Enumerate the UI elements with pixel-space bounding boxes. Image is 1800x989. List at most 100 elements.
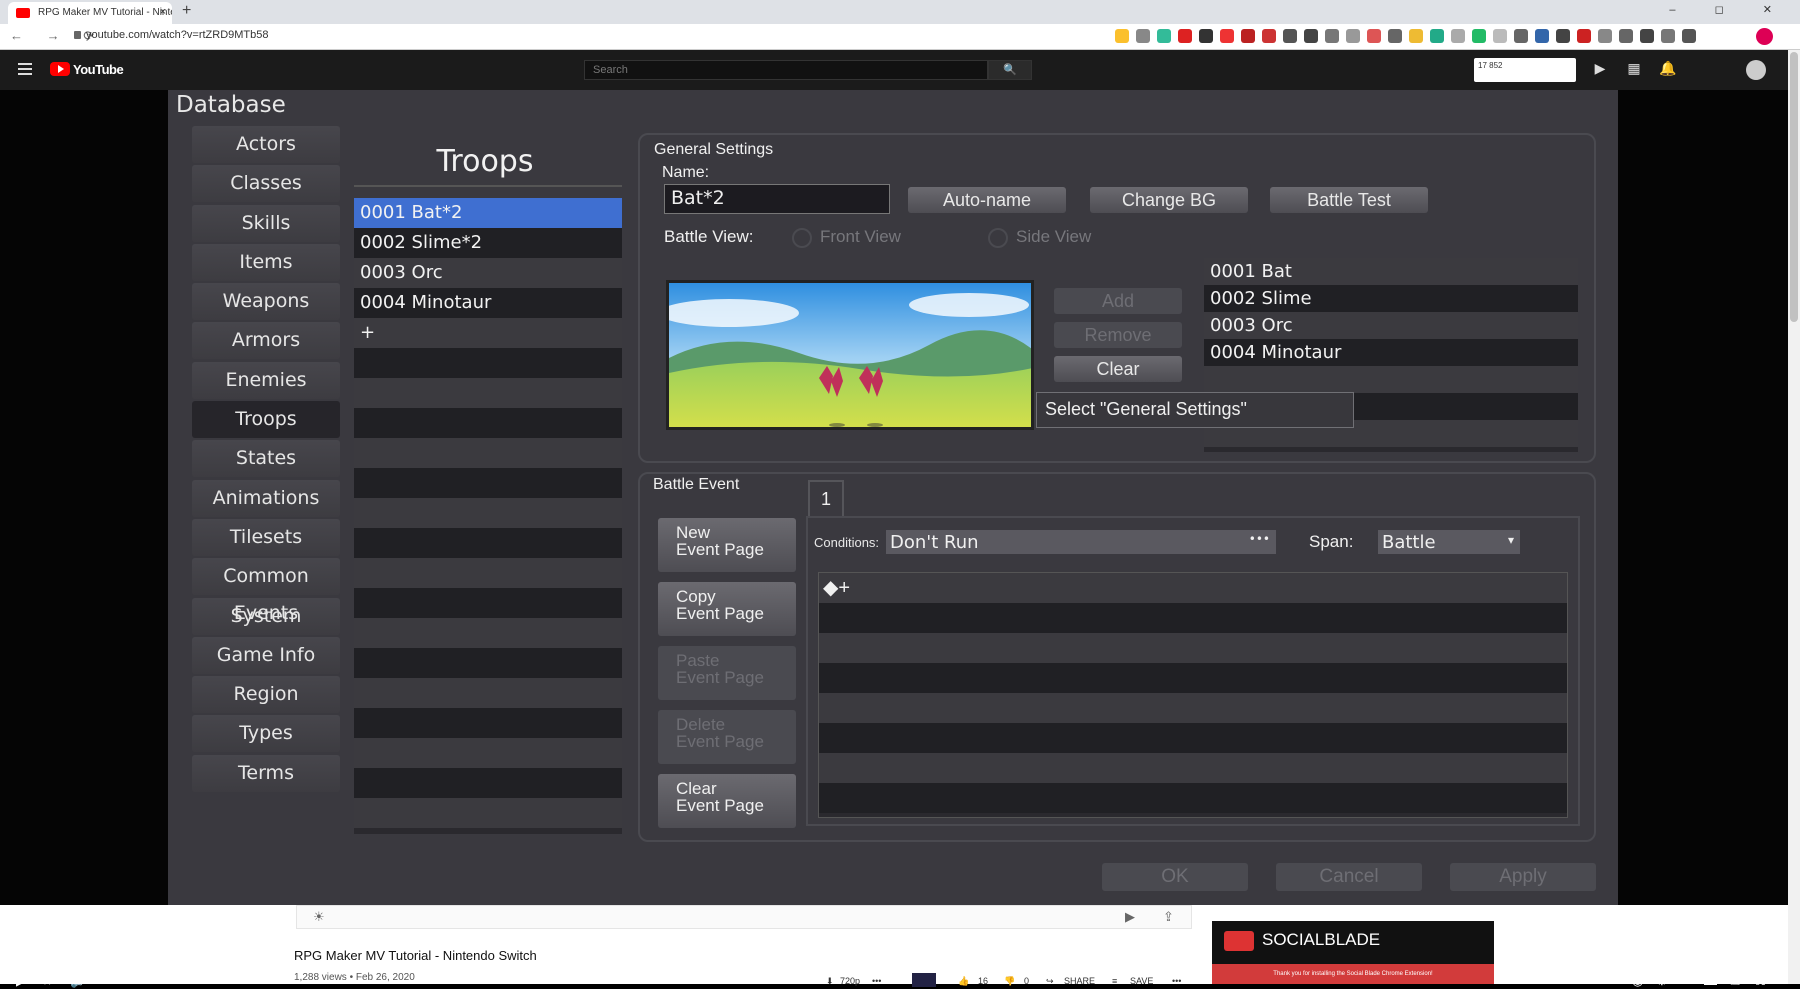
extension-icon[interactable]: [1493, 29, 1507, 43]
troop-list-item[interactable]: [354, 678, 622, 708]
event-command-row[interactable]: [819, 753, 1567, 783]
troop-list-item[interactable]: +: [354, 318, 622, 348]
battle-background-preview[interactable]: [666, 280, 1034, 430]
add-member-button[interactable]: Add: [1054, 288, 1182, 314]
category-states[interactable]: States: [192, 440, 340, 478]
event-page-tab-1[interactable]: 1: [808, 480, 844, 516]
share-icon[interactable]: ↪: [1046, 976, 1054, 987]
url-field[interactable]: youtube.com/watch?v=rtZRD9MTb58: [86, 29, 269, 41]
category-game-info[interactable]: Game Info: [192, 636, 340, 674]
troop-list-item[interactable]: [354, 708, 622, 738]
enemy-list-item[interactable]: 0001 Bat: [1204, 258, 1578, 285]
more-icon[interactable]: •••: [1249, 532, 1270, 546]
troop-list-item[interactable]: [354, 438, 622, 468]
extension-icon[interactable]: [1241, 29, 1255, 43]
side-view-radio[interactable]: [988, 228, 1008, 248]
extension-icon[interactable]: [1409, 29, 1423, 43]
extension-icon[interactable]: [1178, 29, 1192, 43]
category-items[interactable]: Items: [192, 243, 340, 281]
profile-avatar[interactable]: [1756, 28, 1773, 45]
category-troops[interactable]: Troops: [192, 401, 340, 439]
troop-list-item[interactable]: [354, 348, 622, 378]
category-skills[interactable]: Skills: [192, 204, 340, 242]
category-armors[interactable]: Armors: [192, 322, 340, 360]
video-player[interactable]: Database Actors Classes Skills Items Weapons…: [0, 90, 1788, 988]
troop-list-item[interactable]: [354, 498, 622, 528]
event-command-row[interactable]: [819, 633, 1567, 663]
change-bg-button[interactable]: Change BG: [1090, 187, 1248, 213]
share-button[interactable]: SHARE: [1064, 976, 1095, 986]
extension-icon[interactable]: [1661, 29, 1675, 43]
search-button[interactable]: 🔍: [988, 60, 1032, 80]
extension-icon[interactable]: [1136, 29, 1150, 43]
extension-icon[interactable]: [1157, 29, 1171, 43]
troop-list-item[interactable]: [354, 558, 622, 588]
browser-tab[interactable]: RPG Maker MV Tutorial - Nintendo ×: [8, 2, 172, 24]
extension-icon[interactable]: [1346, 29, 1360, 43]
notifications-bell-icon[interactable]: 🔔: [1658, 58, 1678, 78]
paste-event-page-button[interactable]: Paste Event Page: [658, 646, 796, 700]
troop-list-item[interactable]: [354, 588, 622, 618]
more-actions-icon[interactable]: •••: [1172, 976, 1181, 986]
extension-icon[interactable]: [1472, 29, 1486, 43]
enemy-list-item[interactable]: 0003 Orc: [1204, 312, 1578, 339]
extension-icon[interactable]: [1304, 29, 1318, 43]
event-command-row[interactable]: ◆+: [819, 573, 1567, 603]
troop-list-item[interactable]: [354, 408, 622, 438]
span-select[interactable]: Battle ▾: [1378, 530, 1520, 554]
delete-event-page-button[interactable]: Delete Event Page: [658, 710, 796, 764]
window-controls[interactable]: – ◻ ✕: [1669, 3, 1790, 16]
menu-icon[interactable]: [18, 63, 32, 75]
troop-list-item[interactable]: [354, 468, 622, 498]
extension-icon[interactable]: [1577, 29, 1591, 43]
dislike-icon[interactable]: 👎: [1004, 976, 1015, 987]
extension-icon[interactable]: [1430, 29, 1444, 43]
extension-icon[interactable]: [1451, 29, 1465, 43]
save-icon[interactable]: ≡: [1112, 976, 1117, 986]
category-classes[interactable]: Classes: [192, 165, 340, 203]
extension-icon[interactable]: [1514, 29, 1528, 43]
youtube-logo-text[interactable]: YouTube: [73, 62, 124, 77]
star-icon[interactable]: [1115, 29, 1129, 43]
brightness-icon[interactable]: ☀: [313, 909, 325, 925]
troop-list-item[interactable]: [354, 648, 622, 678]
socialblade-stats-widget[interactable]: 17 852: [1474, 58, 1576, 82]
create-video-icon[interactable]: ▶: [1590, 58, 1610, 78]
troop-list-item[interactable]: 0004 Minotaur: [354, 288, 622, 318]
event-command-row[interactable]: [819, 663, 1567, 693]
scrollbar-thumb[interactable]: [1790, 52, 1798, 322]
category-region[interactable]: Region: [192, 676, 340, 714]
video-camera-icon[interactable]: ▶: [1125, 909, 1135, 925]
extension-icon[interactable]: [1598, 29, 1612, 43]
quality-label[interactable]: 720p: [840, 976, 860, 986]
enemy-list-item[interactable]: 0002 Slime: [1204, 285, 1578, 312]
puzzle-icon[interactable]: [1640, 29, 1654, 43]
troop-list-item[interactable]: 0001 Bat*2: [354, 198, 622, 228]
category-terms[interactable]: Terms: [192, 754, 340, 792]
troop-list-item[interactable]: 0003 Orc: [354, 258, 622, 288]
battle-test-button[interactable]: Battle Test: [1270, 187, 1428, 213]
event-command-row[interactable]: [819, 603, 1567, 633]
extension-icon[interactable]: [1220, 29, 1234, 43]
download-icon[interactable]: ⬇: [826, 976, 834, 987]
category-weapons[interactable]: Weapons: [192, 283, 340, 321]
page-scrollbar[interactable]: [1788, 50, 1800, 984]
category-animations[interactable]: Animations: [192, 479, 340, 517]
extension-icon[interactable]: [1262, 29, 1276, 43]
account-avatar[interactable]: [1746, 60, 1766, 80]
extension-icon[interactable]: [1388, 29, 1402, 43]
category-actors[interactable]: Actors: [192, 126, 340, 163]
extension-icon[interactable]: [1682, 29, 1696, 43]
troop-list-item[interactable]: [354, 528, 622, 558]
more-icon[interactable]: •••: [872, 976, 881, 986]
event-command-row[interactable]: [819, 723, 1567, 753]
category-system[interactable]: System: [192, 597, 340, 635]
remove-member-button[interactable]: Remove: [1054, 322, 1182, 348]
category-enemies[interactable]: Enemies: [192, 361, 340, 399]
enemy-list-item[interactable]: [1204, 366, 1578, 393]
extension-icon[interactable]: [1535, 29, 1549, 43]
playlist-icon[interactable]: [912, 973, 936, 987]
youtube-logo-icon[interactable]: [50, 62, 70, 76]
troop-name-input[interactable]: Bat*2: [664, 184, 890, 214]
like-icon[interactable]: 👍: [958, 976, 969, 987]
